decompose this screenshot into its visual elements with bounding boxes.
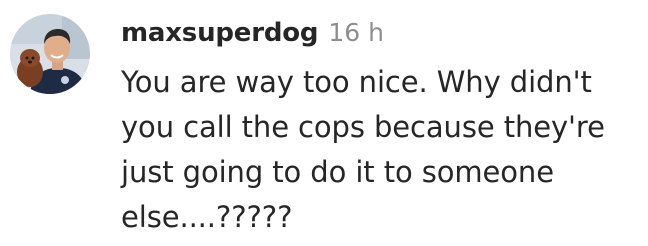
comment-body: maxsuperdog 16 h You are way too nice. W… [121, 18, 641, 240]
avatar-photo [10, 14, 90, 94]
username-link[interactable]: maxsuperdog [121, 18, 319, 48]
comment-item: maxsuperdog 16 h You are way too nice. W… [0, 0, 648, 246]
comment-text-line: else....????? [121, 200, 293, 234]
comment-meta: maxsuperdog 16 h [121, 18, 641, 58]
timestamp[interactable]: 16 h [328, 18, 384, 47]
comment-text-line: you call the cops because they're [121, 110, 605, 144]
comment-text-line: You are way too nice. Why didn't [121, 65, 592, 99]
comment-text-line: just going to do it to someone [121, 155, 554, 189]
comment-text: You are way too nice. Why didn't you cal… [121, 60, 641, 240]
avatar[interactable] [10, 14, 90, 94]
